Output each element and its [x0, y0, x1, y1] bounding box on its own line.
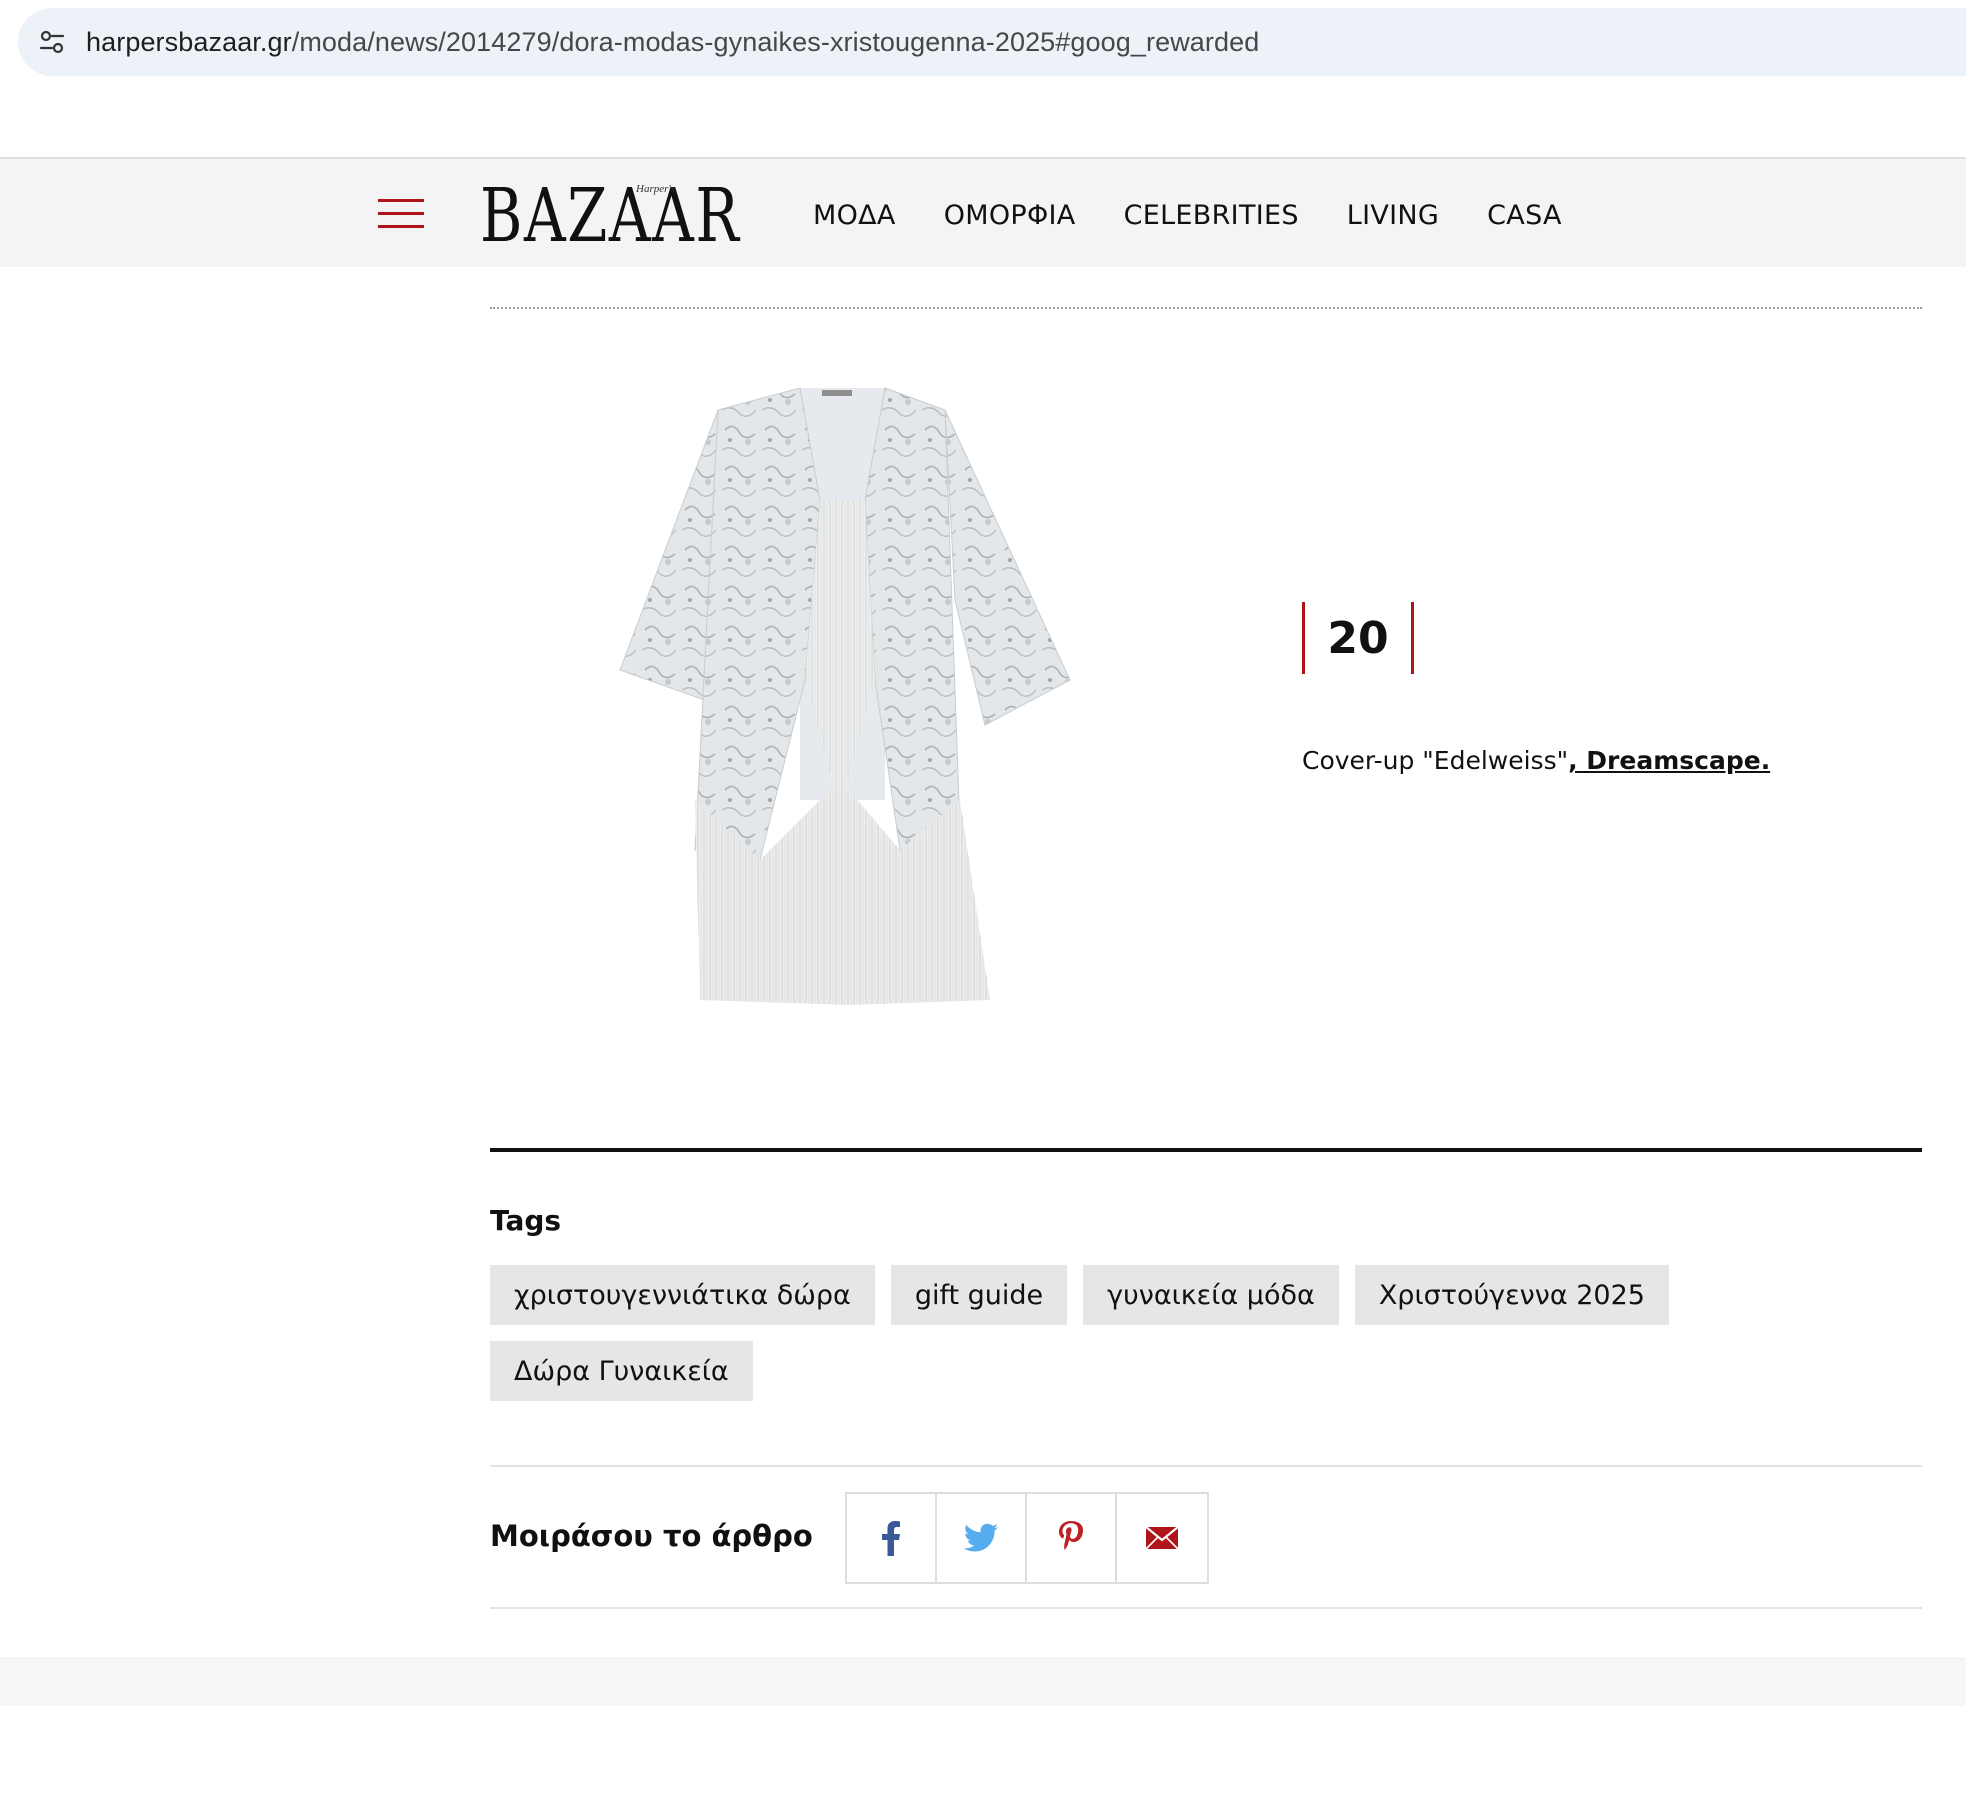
- menu-icon[interactable]: [378, 199, 424, 229]
- nav-item-casa[interactable]: CASA: [1487, 199, 1562, 233]
- tag-item[interactable]: χριστουγεννιάτικα δώρα: [490, 1265, 875, 1325]
- share-label: Μοιράσου το άρθρο: [490, 1519, 813, 1553]
- brand-link[interactable]: , Dreamscape.: [1568, 746, 1770, 775]
- section-divider: [490, 307, 1922, 309]
- tags-heading: Tags: [490, 1204, 562, 1237]
- site-logo[interactable]: BAZAAR Harper's: [480, 173, 745, 259]
- share-divider-top: [490, 1465, 1922, 1467]
- tag-item[interactable]: Χριστούγεννα 2025: [1354, 1265, 1669, 1325]
- email-icon: [1145, 1526, 1179, 1550]
- nav-item-moda[interactable]: ΜΟΔΑ: [813, 199, 896, 233]
- tag-item[interactable]: γυναικεία μόδα: [1083, 1265, 1339, 1325]
- tag-item[interactable]: gift guide: [890, 1265, 1068, 1325]
- twitter-icon: [963, 1523, 998, 1552]
- product-image: [619, 387, 1071, 1005]
- main-nav: ΜΟΔΑ ΟΜΟΡΦΙΑ CELEBRITIES LIVING CASA: [813, 199, 1610, 233]
- nav-item-omorfia[interactable]: ΟΜΟΡΦΙΑ: [944, 199, 1076, 233]
- product-caption: Cover-up "Edelweiss", Dreamscape.: [1302, 746, 1770, 775]
- logo-harpers: Harper's: [636, 183, 676, 195]
- gallery-number-value: 20: [1327, 612, 1389, 664]
- caption-text: Cover-up "Edelweiss": [1302, 746, 1569, 775]
- footer-band: [0, 1658, 1966, 1706]
- content-end-divider: [490, 1148, 1922, 1152]
- share-pinterest-button[interactable]: [1027, 1494, 1117, 1582]
- url-host: harpersbazaar.gr: [86, 26, 292, 57]
- address-bar[interactable]: harpersbazaar.gr/moda/news/2014279/dora-…: [18, 8, 1966, 76]
- pinterest-icon: [1059, 1521, 1083, 1550]
- facebook-icon: [882, 1521, 900, 1556]
- share-divider-bottom: [490, 1607, 1922, 1609]
- tags-list: χριστουγεννιάτικα δώρα gift guide γυναικ…: [490, 1265, 1750, 1417]
- site-header: BAZAAR Harper's ΜΟΔΑ ΟΜΟΡΦΙΑ CELEBRITIES…: [0, 157, 1966, 267]
- url-path: /moda/news/2014279/dora-modas-gynaikes-x…: [291, 26, 1260, 57]
- share-email-button[interactable]: [1117, 1494, 1207, 1582]
- gallery-number: 20: [1302, 602, 1414, 674]
- share-facebook-button[interactable]: [847, 1494, 937, 1582]
- logo-wordmark: BAZAAR: [480, 173, 741, 259]
- url-text[interactable]: harpersbazaar.gr/moda/news/2014279/dora-…: [86, 27, 1259, 58]
- site-settings-icon[interactable]: [18, 8, 86, 76]
- share-buttons: [845, 1492, 1209, 1584]
- nav-item-living[interactable]: LIVING: [1347, 199, 1439, 233]
- share-twitter-button[interactable]: [937, 1494, 1027, 1582]
- tag-item[interactable]: Δώρα Γυναικεία: [490, 1341, 753, 1401]
- nav-item-celebrities[interactable]: CELEBRITIES: [1124, 199, 1299, 233]
